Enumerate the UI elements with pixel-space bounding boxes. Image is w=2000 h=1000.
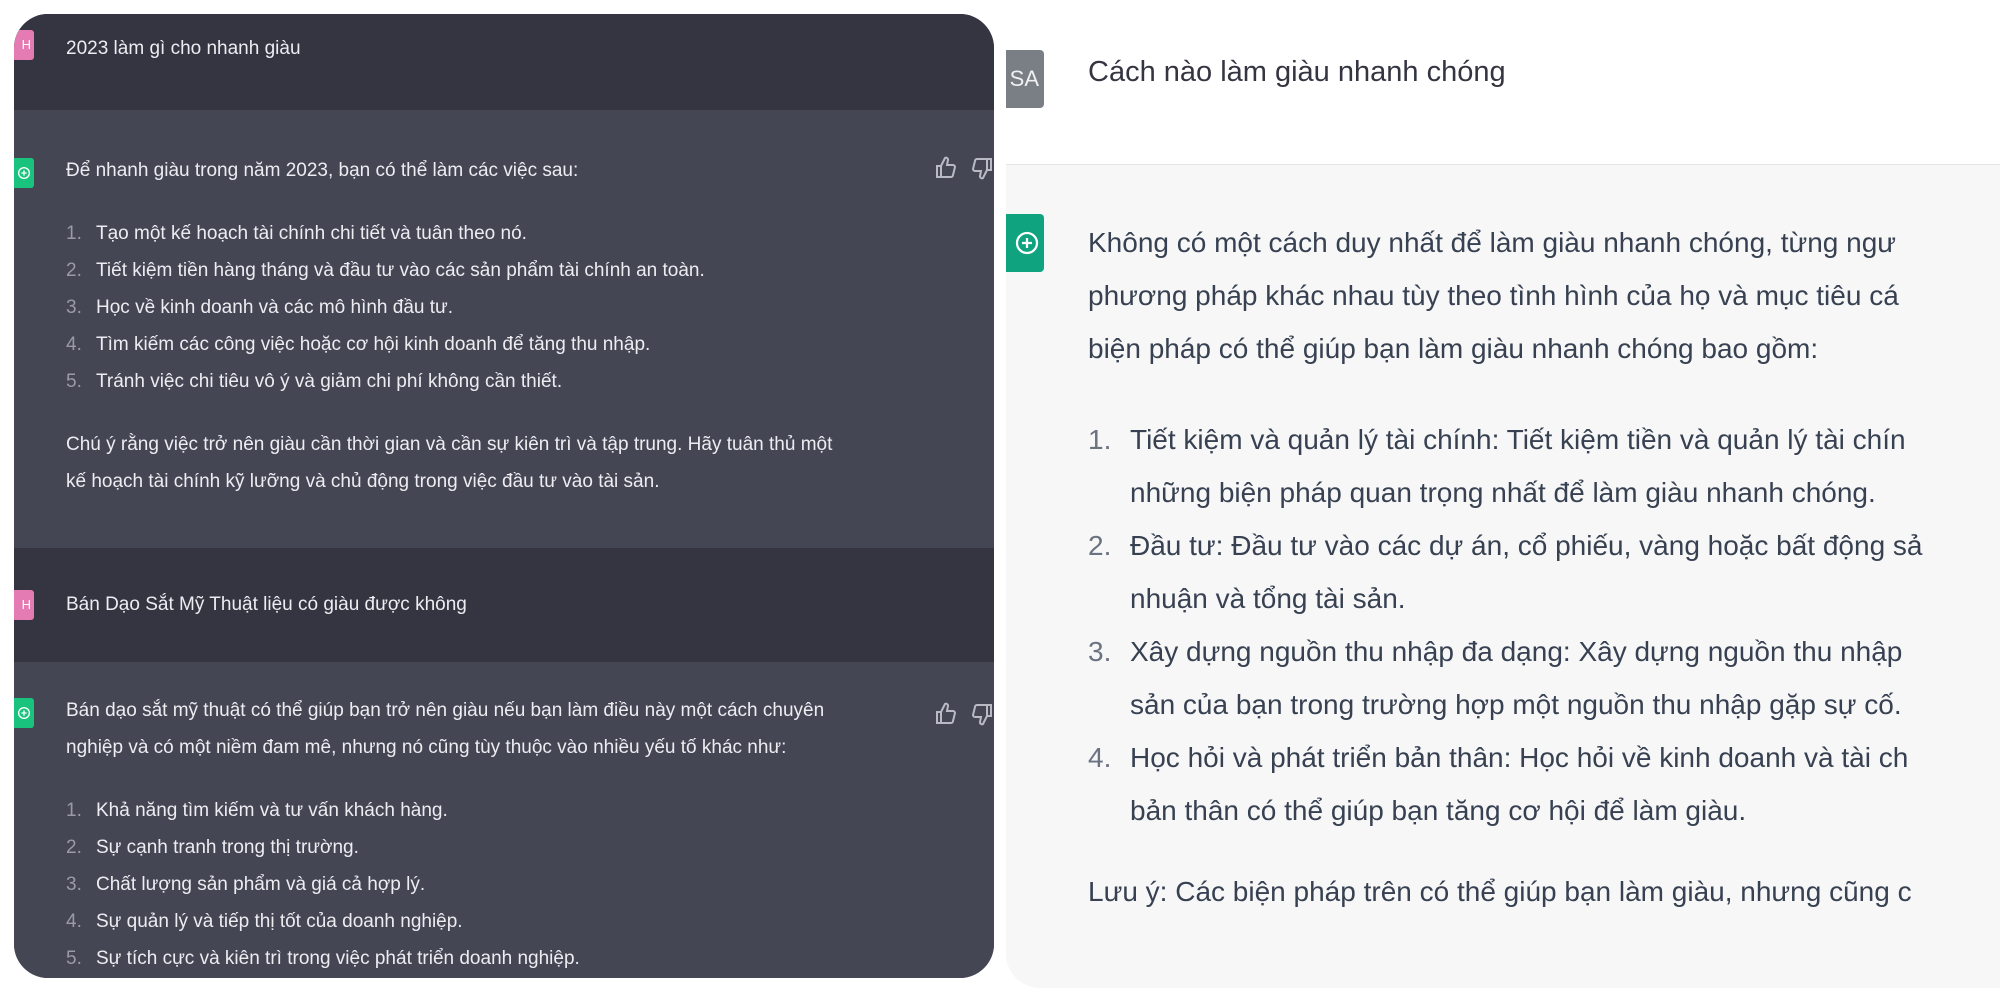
list-item: 5. Sự tích cực và kiên trì trong việc phá… <box>66 948 580 969</box>
list-item: 3. Chất lượng sản phẩm và giá cả hợp lý. <box>66 874 426 895</box>
assistant-message-body: Bán dạo sắt mỹ thuật có thể giúp bạn trở… <box>66 692 934 977</box>
user-message-1: H 2023 làm gì cho nhanh giàu <box>14 14 994 110</box>
thumbs-up-icon[interactable] <box>934 156 958 180</box>
assistant-avatar-icon <box>14 158 34 188</box>
list-item: 1. Tạo một kế hoạch tài chính chi tiết và… <box>66 223 527 244</box>
user-avatar: H <box>14 30 34 60</box>
user-avatar: SA <box>1006 50 1044 108</box>
list-item: 2. Sự cạnh tranh trong thị trường. <box>66 837 359 858</box>
answer-list: 1. Tiết kiệm và quản lý tài chính: Tiết k… <box>1088 413 2000 837</box>
answer-intro: Không có một cách duy nhất để làm giàu n… <box>1088 227 1899 364</box>
assistant-avatar-icon <box>1006 214 1044 272</box>
user-avatar: H <box>14 590 34 620</box>
assistant-message-body: Để nhanh giàu trong năm 2023, bạn có thể… <box>66 152 934 500</box>
left-chat-screenshot: H 2023 làm gì cho nhanh giàu Để nhanh gi… <box>14 14 994 978</box>
list-item: 2. Tiết kiệm tiền hàng tháng và đầu tư và… <box>66 260 705 281</box>
feedback-buttons <box>934 702 994 726</box>
assistant-avatar-icon <box>14 698 34 728</box>
answer-note: Chú ý rằng việc trở nên giàu cần thời gi… <box>66 434 833 492</box>
user-message-text: Bán Dạo Sắt Mỹ Thuật liệu có giàu được k… <box>66 594 467 615</box>
assistant-message-2: Bán dạo sắt mỹ thuật có thể giúp bạn trở… <box>14 662 994 978</box>
list-item: 4. Tìm kiếm các công việc hoặc cơ hội kin… <box>66 334 651 355</box>
list-item: 4. Học hỏi và phát triển bản thân: Học hỏ… <box>1088 742 1909 826</box>
user-message-text: 2023 làm gì cho nhanh giàu <box>66 38 301 59</box>
assistant-message-1: Để nhanh giàu trong năm 2023, bạn có thể… <box>14 110 994 548</box>
list-item: 5. Tránh việc chi tiêu vô ý và giảm chi p… <box>66 371 563 392</box>
thumbs-down-icon[interactable] <box>970 702 994 726</box>
list-item: 3. Học về kinh doanh và các mô hình đầu t… <box>66 297 454 318</box>
list-item: 2. Đầu tư: Đầu tư vào các dự án, cổ phiếu… <box>1088 530 1923 614</box>
right-chat-screenshot: SA Cách nào làm giàu nhanh chóng Không c… <box>1006 14 2000 988</box>
assistant-message-body: Không có một cách duy nhất để làm giàu n… <box>1088 216 2000 918</box>
answer-intro: Bán dạo sắt mỹ thuật có thể giúp bạn trở… <box>66 700 825 758</box>
feedback-buttons <box>934 156 994 180</box>
list-item: 3. Xây dựng nguồn thu nhập đa dạng: Xây d… <box>1088 636 1903 720</box>
list-item: 1. Khả năng tìm kiếm và tư vấn khách hàng… <box>66 800 448 821</box>
list-item: 4. Sự quản lý và tiếp thị tốt của doanh n… <box>66 911 463 932</box>
thumbs-down-icon[interactable] <box>970 156 994 180</box>
user-message-text: Cách nào làm giàu nhanh chóng <box>1088 56 1506 88</box>
user-message-2: H Bán Dạo Sắt Mỹ Thuật liệu có giàu được… <box>14 548 994 662</box>
answer-note: Lưu ý: Các biện pháp trên có thể giúp bạ… <box>1088 876 1912 907</box>
answer-list: 1. Khả năng tìm kiếm và tư vấn khách hàng… <box>66 792 934 977</box>
answer-intro: Để nhanh giàu trong năm 2023, bạn có thể… <box>66 160 579 181</box>
user-message: SA Cách nào làm giàu nhanh chóng <box>1006 14 2000 165</box>
thumbs-up-icon[interactable] <box>934 702 958 726</box>
answer-list: 1. Tạo một kế hoạch tài chính chi tiết và… <box>66 215 934 400</box>
list-item: 1. Tiết kiệm và quản lý tài chính: Tiết k… <box>1088 424 1906 508</box>
